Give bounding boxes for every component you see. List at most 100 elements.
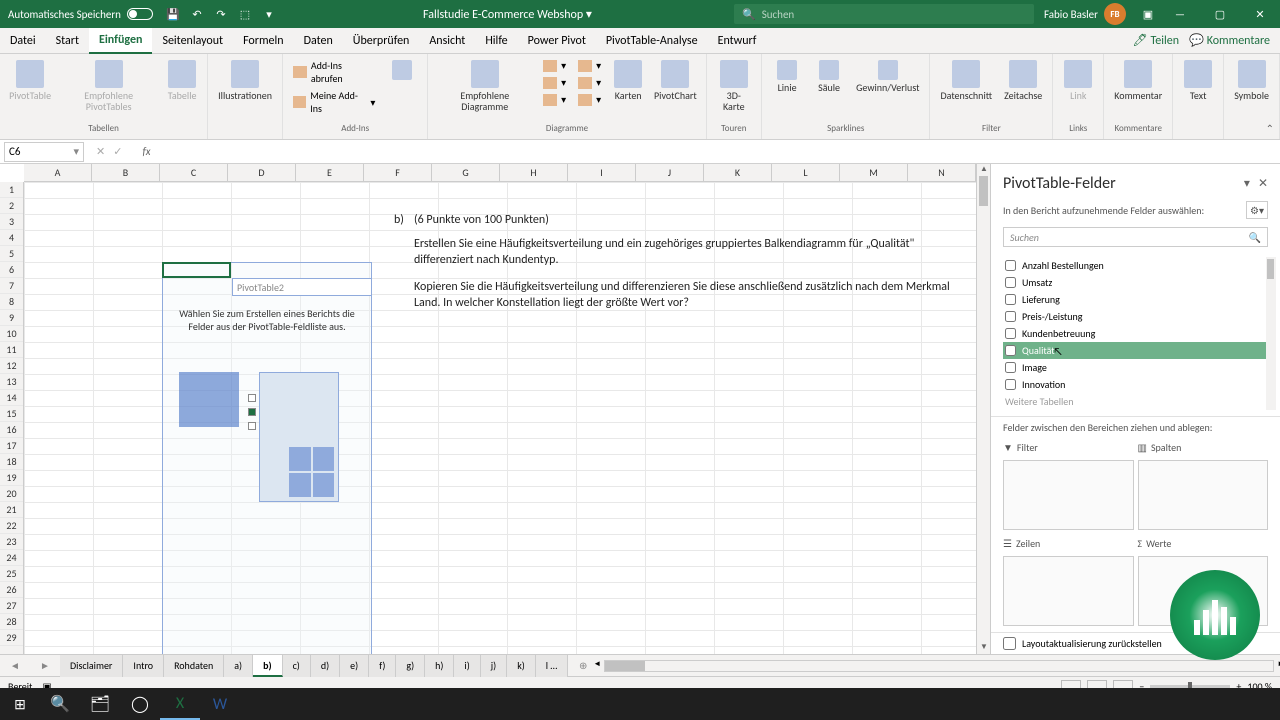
sheet-tab[interactable]: c) xyxy=(283,655,311,677)
sheet-tab[interactable]: f) xyxy=(369,655,396,677)
sheet-tab[interactable]: e) xyxy=(340,655,369,677)
3dmap-button[interactable]: 3D-Karte xyxy=(713,58,756,114)
pivotchart-button[interactable]: PivotChart xyxy=(651,58,699,103)
row-header[interactable]: 3 xyxy=(0,214,23,230)
menu-tab-überprüfen[interactable]: Überprüfen xyxy=(343,28,420,54)
touch-icon[interactable]: ⬚ xyxy=(237,6,253,22)
name-box[interactable]: C6▾ xyxy=(4,142,84,162)
autosave-toggle[interactable]: Automatisches Speichern xyxy=(0,8,161,21)
row-header[interactable]: 23 xyxy=(0,534,23,550)
my-addins-button[interactable]: Meine Add-Ins ▾ xyxy=(289,88,379,116)
symbols-button[interactable]: Symbole xyxy=(1230,58,1273,103)
gear-icon[interactable]: ⚙▾ xyxy=(1246,201,1268,219)
row-header[interactable]: 10 xyxy=(0,326,23,342)
sheet-tab[interactable]: j) xyxy=(481,655,507,677)
link-button[interactable]: Link xyxy=(1059,58,1097,103)
active-cell[interactable] xyxy=(162,262,231,278)
sheet-tab[interactable]: b) xyxy=(253,655,282,677)
col-header[interactable]: K xyxy=(704,164,772,181)
vertical-scrollbar[interactable]: ▲ ▼ xyxy=(976,164,990,654)
get-addins-button[interactable]: Add-Ins abrufen xyxy=(289,58,379,86)
sheet-tab[interactable]: Intro xyxy=(123,655,164,677)
taskbar-app-1[interactable]: 🗂 xyxy=(80,688,120,720)
col-header[interactable]: M xyxy=(840,164,908,181)
taskbar-excel-icon[interactable]: X xyxy=(160,688,200,720)
col-header[interactable]: B xyxy=(92,164,160,181)
text-button[interactable]: Text xyxy=(1179,58,1217,103)
row-header[interactable]: 20 xyxy=(0,486,23,502)
maximize-button[interactable]: ▢ xyxy=(1200,0,1240,28)
menu-tab-power pivot[interactable]: Power Pivot xyxy=(518,28,596,54)
menu-tab-einfügen[interactable]: Einfügen xyxy=(89,28,152,54)
row-header[interactable]: 19 xyxy=(0,470,23,486)
rows-dropzone[interactable] xyxy=(1003,556,1134,626)
col-header[interactable]: G xyxy=(432,164,500,181)
undo-icon[interactable]: ↶ xyxy=(189,6,205,22)
menu-tab-formeln[interactable]: Formeln xyxy=(233,28,293,54)
cancel-formula-icon[interactable]: ✕ xyxy=(96,145,105,158)
scroll-down-icon[interactable]: ▼ xyxy=(977,642,991,654)
sheet-tab[interactable]: g) xyxy=(396,655,425,677)
field-search-input[interactable]: Suchen🔍 xyxy=(1003,227,1268,247)
col-header[interactable]: H xyxy=(500,164,568,181)
col-header[interactable]: C xyxy=(160,164,228,181)
row-header[interactable]: 18 xyxy=(0,454,23,470)
maps-button[interactable]: Karten xyxy=(609,58,647,103)
col-header[interactable]: D xyxy=(228,164,296,181)
scroll-thumb[interactable] xyxy=(979,176,988,206)
col-header[interactable]: E xyxy=(296,164,364,181)
sheet-tab[interactable]: k) xyxy=(507,655,536,677)
sheet-tab[interactable]: l … xyxy=(536,655,568,677)
taskbar-app-2[interactable]: ◯ xyxy=(120,688,160,720)
illustrations-button[interactable]: Illustrationen xyxy=(214,58,276,103)
comment-button[interactable]: Kommentar xyxy=(1110,58,1166,103)
sparkline-column-button[interactable]: Säule xyxy=(810,58,848,95)
field-item[interactable]: Preis-/Leistung xyxy=(1003,308,1276,325)
row-header[interactable]: 16 xyxy=(0,422,23,438)
formula-input[interactable] xyxy=(157,142,1280,162)
field-item[interactable]: Lieferung xyxy=(1003,291,1276,308)
row-header[interactable]: 21 xyxy=(0,502,23,518)
sparkline-line-button[interactable]: Linie xyxy=(768,58,806,95)
row-header[interactable]: 6 xyxy=(0,262,23,278)
dropdown-icon[interactable]: ▾ xyxy=(261,6,277,22)
row-header[interactable]: 22 xyxy=(0,518,23,534)
field-item[interactable]: Qualität▾ xyxy=(1003,342,1276,359)
col-header[interactable]: F xyxy=(364,164,432,181)
menu-tab-pivottable-analyse[interactable]: PivotTable-Analyse xyxy=(596,28,708,54)
field-item[interactable]: Kundenbetreuung xyxy=(1003,325,1276,342)
fx-icon[interactable]: fx xyxy=(142,145,150,158)
menu-tab-daten[interactable]: Daten xyxy=(294,28,343,54)
menu-tab-seitenlayout[interactable]: Seitenlayout xyxy=(152,28,233,54)
col-header[interactable]: L xyxy=(772,164,840,181)
col-header[interactable]: A xyxy=(24,164,92,181)
row-header[interactable]: 24 xyxy=(0,550,23,566)
col-header[interactable]: J xyxy=(636,164,704,181)
sheet-tab[interactable]: Disclaimer xyxy=(60,655,123,677)
present-icon[interactable]: ▣ xyxy=(1140,6,1156,22)
close-button[interactable]: ✕ xyxy=(1240,0,1280,28)
field-scrollbar[interactable] xyxy=(1266,257,1276,410)
menu-tab-entwurf[interactable]: Entwurf xyxy=(708,28,767,54)
field-item[interactable]: Umsatz xyxy=(1003,274,1276,291)
scroll-up-icon[interactable]: ▲ xyxy=(977,164,991,176)
taskbar-search-icon[interactable]: 🔍 xyxy=(40,688,80,720)
redo-icon[interactable]: ↷ xyxy=(213,6,229,22)
document-title[interactable]: Fallstudie E-Commerce Webshop ▾ xyxy=(281,7,734,22)
row-header[interactable]: 14 xyxy=(0,390,23,406)
more-tables[interactable]: Weitere Tabellen xyxy=(1003,393,1276,410)
col-header[interactable]: N xyxy=(908,164,976,181)
sheet-tab[interactable]: a) xyxy=(224,655,253,677)
start-button[interactable]: ⊞ xyxy=(0,688,40,720)
sheet-tab[interactable]: h) xyxy=(425,655,454,677)
comments-button[interactable]: 💬 Kommentare xyxy=(1189,33,1270,48)
row-header[interactable]: 15 xyxy=(0,406,23,422)
recommended-charts-button[interactable]: Empfohlene Diagramme xyxy=(434,58,535,114)
row-header[interactable]: 28 xyxy=(0,614,23,630)
chart-type-1[interactable]: ▾ xyxy=(539,58,570,73)
minimize-button[interactable]: — xyxy=(1160,0,1200,28)
row-header[interactable]: 7 xyxy=(0,278,23,294)
menu-tab-ansicht[interactable]: Ansicht xyxy=(419,28,475,54)
row-header[interactable]: 2 xyxy=(0,198,23,214)
toggle-switch-icon[interactable] xyxy=(127,8,153,20)
